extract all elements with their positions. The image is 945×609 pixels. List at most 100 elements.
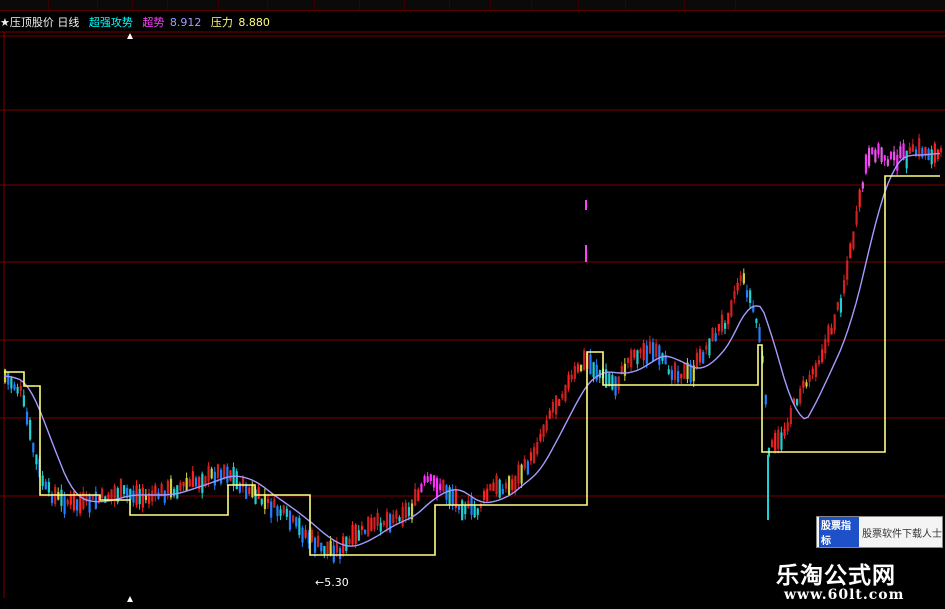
candle-body bbox=[329, 540, 332, 556]
candle-body bbox=[470, 497, 473, 515]
candle-body bbox=[805, 382, 808, 387]
candle-body bbox=[655, 343, 658, 357]
candle-body bbox=[517, 464, 520, 484]
candle-body bbox=[733, 290, 736, 300]
watermark-badge: 股票指标 股票软件下载人士 bbox=[816, 516, 943, 548]
candle-body bbox=[799, 388, 802, 404]
candle-body bbox=[7, 372, 10, 385]
candle-body bbox=[786, 422, 789, 432]
candle-body bbox=[176, 485, 179, 499]
candle-body bbox=[385, 511, 389, 528]
candle-body bbox=[576, 364, 580, 373]
candle-body bbox=[796, 399, 799, 406]
candle-body bbox=[141, 487, 144, 508]
candle-body bbox=[908, 147, 911, 154]
candle-body bbox=[263, 494, 267, 509]
candle-body bbox=[739, 275, 742, 282]
candle-body bbox=[736, 282, 739, 291]
candle-body bbox=[764, 395, 767, 405]
candle-body bbox=[849, 243, 852, 258]
candle-body bbox=[886, 159, 889, 166]
candle-body bbox=[32, 443, 35, 453]
candle-body bbox=[702, 352, 705, 364]
candle-body bbox=[548, 410, 551, 419]
candle-body bbox=[893, 151, 896, 161]
candle-body bbox=[407, 507, 411, 516]
candle-body bbox=[570, 374, 573, 380]
candle-body bbox=[592, 362, 595, 378]
candle-body bbox=[489, 484, 492, 491]
candle-body bbox=[94, 491, 97, 509]
candle-body bbox=[301, 527, 304, 543]
candle-body bbox=[724, 323, 727, 329]
candle-body bbox=[608, 373, 611, 386]
candle-body bbox=[533, 447, 536, 464]
candle-body bbox=[652, 342, 655, 362]
candle-body bbox=[695, 352, 699, 369]
candle-body bbox=[379, 522, 382, 532]
candle-body bbox=[930, 149, 933, 165]
candle-body bbox=[295, 517, 298, 527]
candle-body bbox=[727, 312, 730, 325]
candle-body bbox=[514, 475, 517, 491]
bottom-status bbox=[0, 598, 200, 609]
candle-body bbox=[911, 144, 915, 152]
candle-body bbox=[501, 488, 504, 495]
candle-body bbox=[940, 147, 943, 153]
candle-body bbox=[864, 154, 868, 174]
candle-body bbox=[35, 454, 38, 465]
candlestick-chart[interactable]: ←5.30 bbox=[0, 0, 945, 609]
candle-body bbox=[730, 300, 733, 317]
candle-body bbox=[589, 354, 592, 375]
candle-body bbox=[357, 530, 360, 541]
candle-body bbox=[758, 327, 761, 343]
candle-body bbox=[213, 471, 216, 486]
candle-body bbox=[223, 464, 226, 478]
candle-body bbox=[179, 482, 182, 491]
candle-body bbox=[210, 468, 213, 479]
candle-body bbox=[921, 148, 924, 158]
candle-body bbox=[138, 488, 141, 505]
candle-body bbox=[370, 517, 373, 531]
candle-body bbox=[749, 290, 752, 303]
candle-body bbox=[191, 471, 195, 487]
candle-body bbox=[511, 479, 514, 490]
candle-body bbox=[523, 458, 526, 469]
candle-body bbox=[573, 366, 576, 379]
candle-body bbox=[658, 345, 661, 365]
candle-body bbox=[868, 148, 871, 166]
candle-body bbox=[545, 420, 548, 431]
candle-body bbox=[551, 401, 555, 413]
candle-body bbox=[567, 374, 570, 389]
candle-body bbox=[229, 470, 232, 481]
candle-body bbox=[852, 231, 855, 249]
candle-body bbox=[889, 151, 893, 160]
candle-body bbox=[313, 537, 317, 553]
candle-body bbox=[185, 477, 188, 491]
candle-body bbox=[457, 505, 461, 510]
candle-body bbox=[132, 490, 135, 503]
candle-body bbox=[451, 489, 454, 506]
candle-body bbox=[464, 505, 467, 515]
candle-body bbox=[292, 515, 295, 522]
candle-body bbox=[257, 487, 260, 500]
candle-body bbox=[22, 395, 25, 407]
candle-body bbox=[298, 518, 301, 536]
candle-body bbox=[774, 432, 777, 451]
candle-body bbox=[404, 502, 407, 519]
candle-body bbox=[827, 325, 830, 343]
candle-body bbox=[858, 189, 861, 208]
candle-body bbox=[216, 464, 220, 478]
candle-body bbox=[846, 260, 849, 280]
candle-body bbox=[282, 505, 285, 514]
candle-body bbox=[808, 374, 811, 382]
candle-body bbox=[842, 280, 846, 294]
candle-body bbox=[354, 524, 357, 544]
candle-body bbox=[439, 483, 442, 491]
candle-body bbox=[442, 479, 445, 492]
candle-body bbox=[504, 482, 508, 489]
candle-body bbox=[373, 517, 376, 529]
candle-body bbox=[182, 481, 185, 487]
candle-body bbox=[814, 363, 817, 378]
candle-body bbox=[874, 149, 877, 163]
